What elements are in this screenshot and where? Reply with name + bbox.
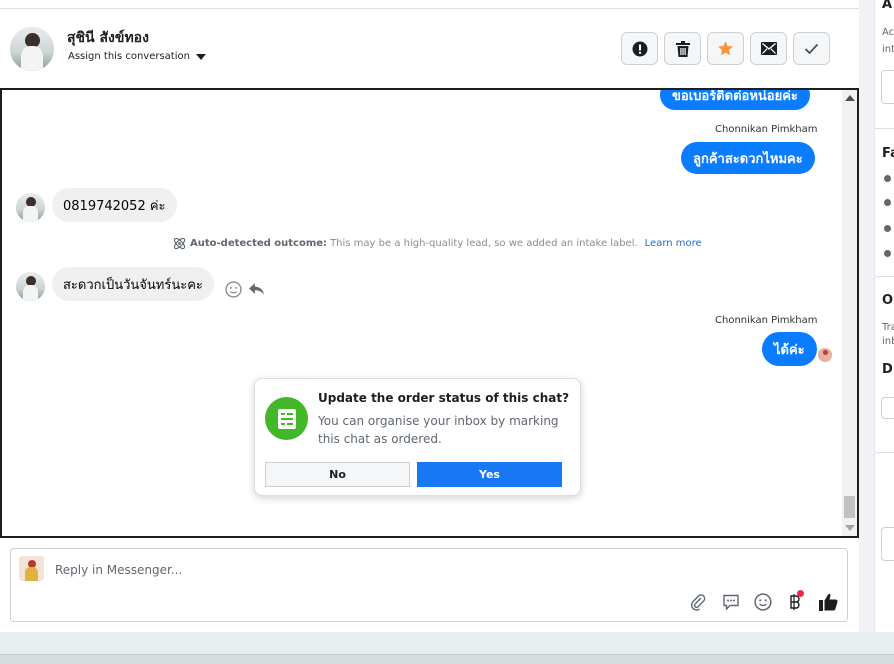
message-text: ได้ค่ะ [774, 342, 805, 358]
emoji-button[interactable] [753, 592, 773, 612]
checkmark-icon [804, 43, 819, 54]
panel-heading-o: O [882, 293, 894, 308]
agent-avatar [19, 556, 44, 581]
scroll-down-arrow-icon[interactable] [845, 525, 855, 531]
outgoing-message[interactable]: ขอเบอร์ติดต่อหน่อยค่ะ [660, 88, 810, 110]
panel-dropdown[interactable] [881, 397, 894, 419]
message-text: ลูกค้าสะดวกไหมคะ [693, 151, 803, 167]
seen-avatar [818, 348, 832, 362]
follow-up-button[interactable] [707, 32, 744, 65]
outgoing-message[interactable]: ได้ค่ะ [762, 332, 817, 366]
taskbar [0, 654, 894, 664]
order-status-icon [265, 397, 308, 440]
contact-name[interactable]: สุชินี สังข์ทอง [67, 27, 149, 49]
atom-icon [173, 237, 186, 250]
panel-divider [875, 452, 894, 453]
learn-more-link[interactable]: Learn more [645, 238, 702, 249]
mark-done-button[interactable] [793, 32, 830, 65]
saved-reply-icon [723, 594, 739, 611]
panel-text-int: int [882, 44, 894, 55]
like-button[interactable] [818, 592, 838, 612]
incoming-message[interactable]: 0819742052 ค่ะ [52, 188, 177, 222]
inbox-main: สุชินี สังข์ทอง Assign this conversation [0, 0, 859, 632]
panel-heading-fa: Fa [882, 146, 894, 161]
auto-detected-outcome: Auto-detected outcome: This may be a hig… [172, 236, 702, 251]
order-status-prompt: Update the order status of this chat? Yo… [254, 378, 581, 496]
panel-input-box[interactable] [881, 70, 894, 104]
contact-avatar-small [16, 272, 45, 301]
panel-heading-d: D [882, 362, 893, 377]
panel-text-inb: inb [882, 336, 894, 347]
contact-avatar[interactable] [10, 27, 54, 71]
outcome-label: Auto-detected outcome: [190, 238, 328, 249]
panel-heading-a: A [882, 0, 893, 12]
saved-replies-button[interactable] [721, 592, 741, 612]
outcome-text: This may be a high-quality lead, so we a… [330, 238, 638, 249]
star-icon [717, 41, 734, 56]
scroll-up-arrow-icon[interactable] [845, 95, 855, 101]
thumbs-up-icon [818, 593, 838, 611]
thread-scrollbar[interactable] [842, 90, 857, 536]
graduation-cap-icon [884, 199, 891, 206]
reply-input[interactable] [55, 560, 755, 580]
contact-details-panel: A Ac int Fa O Tra inb D [874, 0, 894, 632]
yes-button[interactable]: Yes [417, 462, 562, 487]
incoming-message[interactable]: สะดวกเป็นวันจันทร์นะคะ [52, 267, 214, 301]
reply-icon[interactable] [248, 280, 265, 297]
mark-unread-button[interactable] [750, 32, 787, 65]
trash-icon [675, 40, 690, 57]
message-text: สะดวกเป็นวันจันทร์นะคะ [63, 277, 203, 293]
reply-composer [10, 548, 848, 622]
notification-dot [797, 590, 804, 597]
caret-down-icon [195, 53, 206, 60]
panel-gutter [859, 0, 874, 632]
delete-button[interactable] [664, 32, 701, 65]
prompt-description: You can organise your inbox by marking t… [318, 414, 559, 446]
message-text: ขอเบอร์ติดต่อหน่อยค่ะ [672, 88, 798, 104]
location-pin-icon [884, 225, 891, 232]
react-emoji-icon[interactable] [225, 281, 242, 298]
panel-text-tra: Tra [882, 322, 894, 333]
message-sender: Chonnikan Pimkham [715, 124, 818, 135]
exclamation-circle-icon [632, 41, 647, 56]
message-text: 0819742052 ค่ะ [63, 198, 166, 214]
paperclip-icon [690, 594, 706, 611]
payment-button[interactable] [785, 590, 805, 612]
report-button[interactable] [621, 32, 658, 65]
conversation-header: สุชินี สังข์ทอง Assign this conversation [0, 9, 859, 89]
panel-divider [875, 276, 894, 277]
outgoing-message[interactable]: ลูกค้าสะดวกไหมคะ [681, 142, 815, 174]
assign-label: Assign this conversation [68, 51, 190, 62]
assign-conversation-dropdown[interactable]: Assign this conversation [68, 51, 206, 62]
envelope-icon [760, 42, 777, 55]
location-pin-icon [884, 250, 891, 257]
panel-divider [875, 128, 894, 129]
message-sender: Chonnikan Pimkham [715, 315, 818, 326]
no-button[interactable]: No [265, 462, 410, 487]
conversation-actions [621, 32, 830, 65]
panel-card[interactable] [881, 527, 894, 561]
emoji-icon [754, 593, 772, 611]
scrollbar-thumb[interactable] [844, 496, 855, 518]
message-thread[interactable]: ขอเบอร์ติดต่อหน่อยค่ะ Chonnikan Pimkham … [0, 88, 859, 538]
attach-button[interactable] [688, 592, 708, 612]
contact-avatar-small [16, 193, 45, 222]
clock-icon [884, 175, 891, 182]
panel-text-ac: Ac [882, 27, 894, 38]
prompt-title: Update the order status of this chat? [318, 391, 570, 405]
